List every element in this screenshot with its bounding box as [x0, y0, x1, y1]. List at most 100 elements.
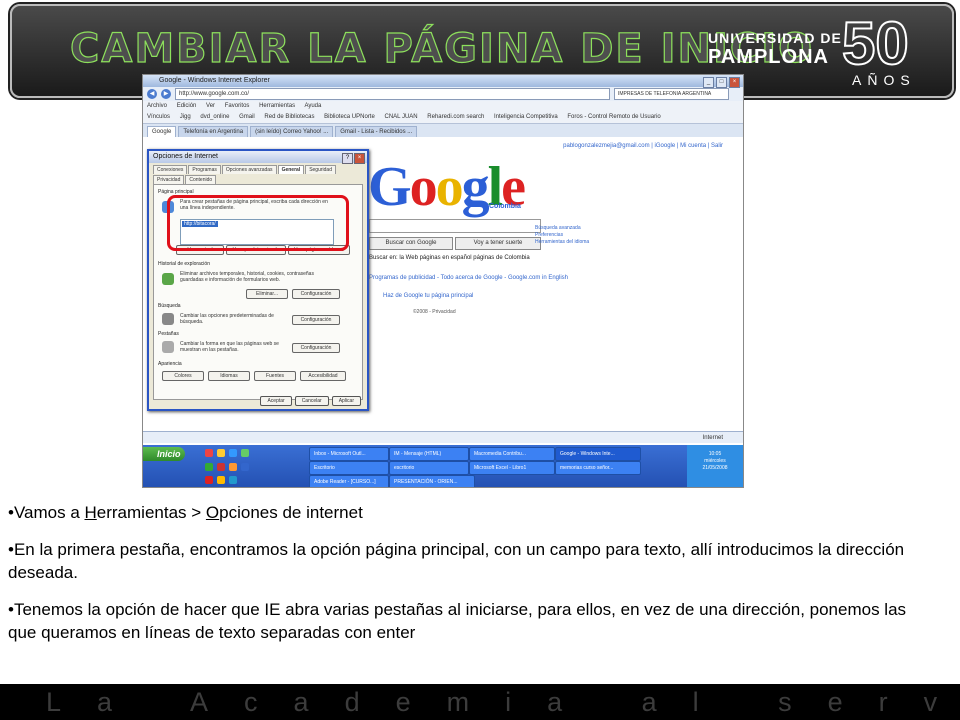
maximize-button[interactable]: □ [716, 77, 727, 88]
history-config-button[interactable]: Configuración [292, 289, 340, 299]
link-item[interactable]: Red de Bibliotecas [264, 114, 314, 120]
help-icon[interactable]: ? [342, 153, 353, 164]
link-item[interactable]: Vínculos [147, 114, 170, 120]
taskbar-item[interactable]: Adobe Reader - [CURSO...] [309, 475, 389, 487]
preferences-link[interactable]: Preferencias [535, 232, 589, 239]
taskbar-item[interactable]: Escritorio [309, 461, 389, 475]
ie-address-row: ◀ ▶ http://www.google.com.co/ IMPRESAS D… [143, 87, 743, 101]
slide-footer: La Academia al servicio de la Vida [0, 684, 960, 720]
tabs-label: Pestañas [158, 331, 179, 337]
apply-button[interactable]: Aplicar [331, 396, 361, 406]
address-bar[interactable]: http://www.google.com.co/ [175, 88, 610, 100]
search-field[interactable]: IMPRESAS DE TELEFONIA ARGENTINA [614, 88, 729, 100]
bullet-1-text-b: erramientas > [96, 503, 206, 522]
google-adv-links: Búsqueda avanzada Preferencias Herramien… [535, 225, 589, 246]
link-item[interactable]: Reharedi.com search [427, 114, 484, 120]
bullet-3: •Tenemos la opción de hacer que IE abra … [8, 599, 907, 642]
bullet-1-o: O [205, 503, 220, 522]
quicklaunch-icon[interactable] [205, 449, 213, 457]
google-homepage-link[interactable]: Haz de Google tu página principal [383, 293, 473, 299]
google-search-input[interactable] [369, 219, 541, 233]
tab-contenido[interactable]: Contenido [185, 175, 217, 184]
fonts-button[interactable]: Fuentes [254, 371, 296, 381]
taskbar-item[interactable]: Macromedia Contribu... [469, 447, 555, 461]
search-config-button[interactable]: Configuración [292, 315, 340, 325]
menu-herramientas[interactable]: Herramientas [259, 103, 295, 109]
languages-button[interactable]: Idiomas [208, 371, 250, 381]
language-tools-link[interactable]: Herramientas del idioma [535, 239, 589, 246]
link-item[interactable]: CNAL JUAN [385, 114, 418, 120]
quicklaunch-icon[interactable] [205, 463, 213, 471]
taskbar-item[interactable]: memorias curso señor... [555, 461, 641, 475]
taskbar-item[interactable]: Microsoft Excel - Libro1 [469, 461, 555, 475]
history-icon [162, 273, 174, 285]
logo-name-text: PAMPLONA [708, 46, 829, 68]
history-text: Eliminar archivos temporales, historial,… [180, 271, 314, 283]
quicklaunch-icon[interactable] [217, 476, 225, 484]
menu-favoritos[interactable]: Favoritos [225, 103, 250, 109]
google-search-scope[interactable]: Buscar en: la Web páginas en español pág… [369, 255, 530, 261]
tab-conexiones[interactable]: Conexiones [153, 165, 188, 174]
quicklaunch-icon[interactable] [217, 449, 225, 457]
link-item[interactable]: dvd_online [200, 114, 229, 120]
cancel-button[interactable]: Cancelar [294, 396, 329, 406]
taskbar-item[interactable]: PRESENTACIÓN - ORIEN... [389, 475, 475, 487]
bullet-2: •En la primera pestaña, encontramos la o… [8, 539, 905, 582]
quicklaunch-icon[interactable] [229, 463, 237, 471]
tabs-config-button[interactable]: Configuración [292, 343, 340, 353]
taskbar-item[interactable]: escritorio [389, 461, 469, 475]
logo-anos-text: AÑOS [852, 72, 916, 88]
clock-time: 10:05 [708, 451, 722, 457]
link-item[interactable]: Biblioteca UPNorte [324, 114, 375, 120]
tab-programas[interactable]: Programas [188, 165, 221, 174]
minimize-button[interactable]: _ [703, 77, 714, 88]
google-links[interactable]: Programas de publicidad - Todo acerca de… [369, 275, 568, 281]
back-arrow-icon[interactable]: ◀ [147, 89, 157, 99]
link-item[interactable]: Gmail [239, 114, 255, 120]
link-item[interactable]: Jigg [180, 114, 191, 120]
tab-seguridad[interactable]: Seguridad [305, 165, 336, 174]
quicklaunch-icon[interactable] [217, 463, 225, 471]
tab-privacidad[interactable]: Privacidad [153, 175, 185, 184]
windows-taskbar: Inicio Inbox - Microsoft Outl... IM - Me… [143, 445, 743, 487]
google-lucky-button[interactable]: Voy a tener suerte [455, 237, 541, 250]
tab-opciones-avanzadas[interactable]: Opciones avanzadas [221, 165, 277, 174]
google-search-button[interactable]: Buscar con Google [369, 237, 453, 250]
link-item[interactable]: Foros - Control Remoto de Usuario [567, 114, 660, 120]
adv-search-link[interactable]: Búsqueda avanzada [535, 225, 589, 232]
taskbar-item[interactable]: Google - Windows Inte... [555, 447, 641, 461]
colors-button[interactable]: Colores [162, 371, 204, 381]
quicklaunch-icon[interactable] [229, 449, 237, 457]
menu-archivo[interactable]: Archivo [147, 103, 167, 109]
quicklaunch-icon[interactable] [241, 463, 249, 471]
menu-ver[interactable]: Ver [206, 103, 215, 109]
close-icon[interactable]: × [354, 153, 365, 164]
ie-status-bar: Internet [143, 431, 743, 443]
slide-bullets: •Vamos a Herramientas > Opciones de inte… [8, 502, 928, 659]
quicklaunch-icon[interactable] [205, 476, 213, 484]
taskbar-item[interactable]: IM - Mensaje (HTML) [389, 447, 469, 461]
accessibility-button[interactable]: Accesibilidad [300, 371, 346, 381]
close-button[interactable]: × [729, 77, 740, 88]
tabs-text: Cambiar la forma en que las páginas web … [180, 341, 279, 353]
status-zone: Internet [702, 435, 723, 441]
tab-general[interactable]: General [277, 165, 305, 174]
link-item[interactable]: Inteligencia Competitiva [494, 114, 558, 120]
google-user-bar[interactable]: pablogonzalezmejia@gmail.com | iGoogle |… [563, 143, 723, 149]
quicklaunch-icon[interactable] [229, 476, 237, 484]
slide: CAMBIAR LA PÁGINA DE INICIO UNIVERSIDAD … [0, 0, 960, 720]
history-label: Historial de exploración [158, 261, 210, 267]
forward-arrow-icon[interactable]: ▶ [161, 89, 171, 99]
start-button[interactable]: Inicio [143, 447, 185, 461]
logo-univ-text: UNIVERSIDAD DE [708, 30, 842, 46]
system-tray-clock[interactable]: 10:05 miércoles 21/05/2008 [687, 445, 743, 487]
delete-button[interactable]: Eliminar... [246, 289, 288, 299]
ok-button[interactable]: Aceptar [260, 396, 292, 406]
ie-title-bar: Google - Windows Internet Explorer _ □ × [143, 75, 743, 88]
taskbar-item[interactable]: Inbox - Microsoft Outl... [309, 447, 389, 461]
search-text: Cambiar las opciones predeterminadas de … [180, 313, 274, 325]
google-copyright: ©2008 - Privacidad [413, 309, 456, 315]
menu-ayuda[interactable]: Ayuda [304, 103, 321, 109]
quicklaunch-icon[interactable] [241, 449, 249, 457]
menu-edicion[interactable]: Edición [177, 103, 197, 109]
